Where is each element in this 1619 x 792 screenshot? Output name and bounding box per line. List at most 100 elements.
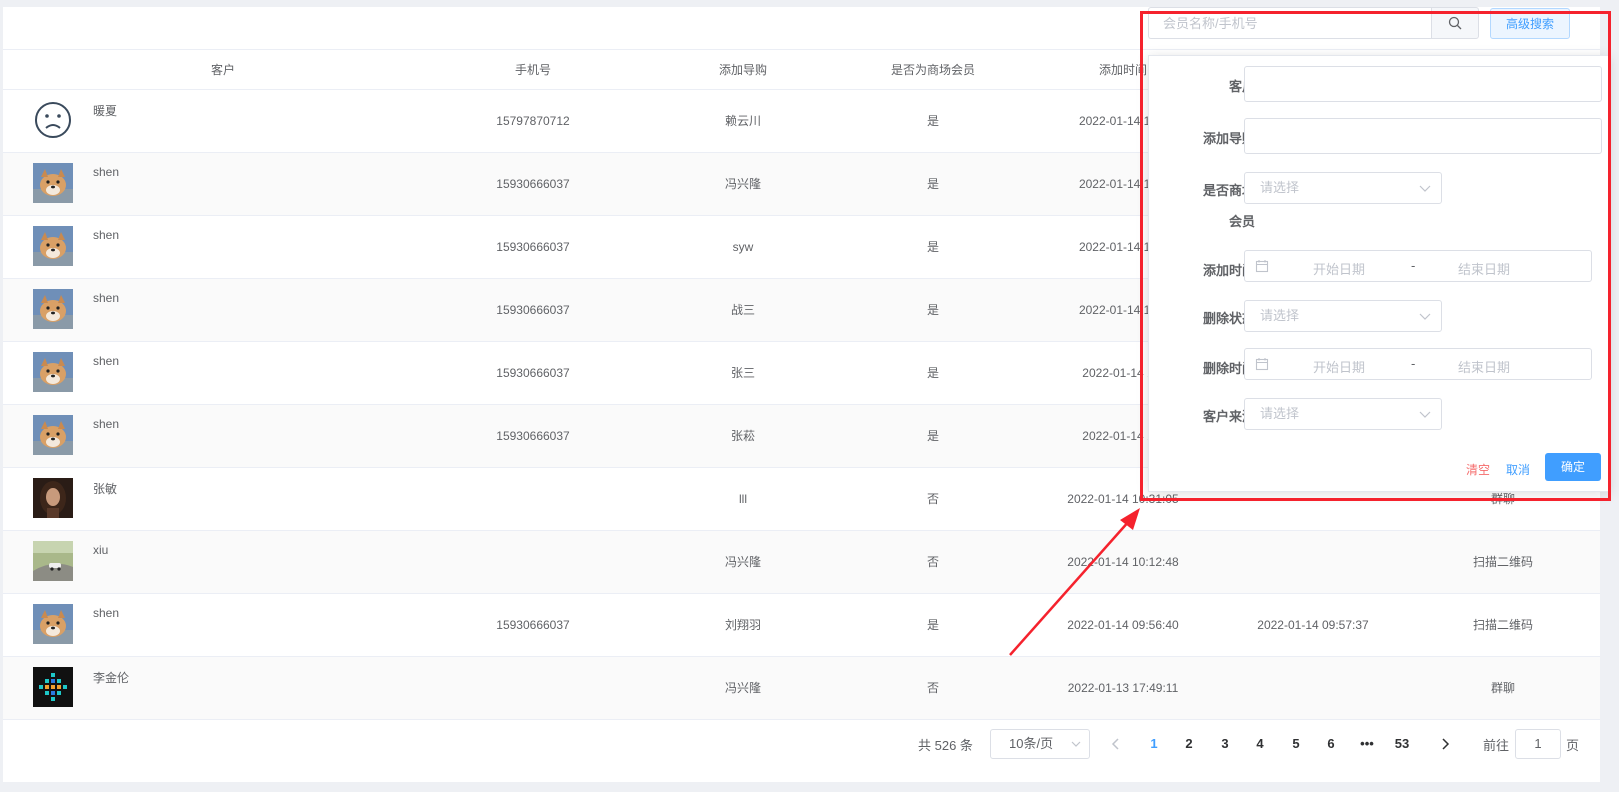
- added-end-placeholder: 结束日期: [1458, 262, 1511, 277]
- page-number[interactable]: 1: [1139, 729, 1169, 759]
- search-bar: [1148, 7, 1479, 39]
- member-label-line2: 会员: [1228, 214, 1255, 229]
- delete-status-select[interactable]: 请选择: [1244, 300, 1442, 332]
- member-select[interactable]: 请选择: [1244, 172, 1442, 204]
- customer-label: 客户: [1228, 79, 1255, 94]
- page-number[interactable]: 3: [1210, 729, 1240, 759]
- table-row[interactable]: shen 15930666037 刘翔羽 是 2022-01-14 09:56:40 20…: [3, 594, 1600, 657]
- cancel-button[interactable]: 取消: [1506, 461, 1530, 478]
- member-label-line1: 是否商场: [1202, 183, 1255, 198]
- guide-cell: 冯兴隆: [724, 555, 761, 569]
- avatar: [33, 226, 73, 266]
- customer-name: shen: [93, 417, 120, 431]
- avatar: [33, 541, 73, 581]
- added-time-cell: 2022-01-14 09:56:40: [1067, 618, 1179, 632]
- member-cell: 否: [926, 492, 939, 506]
- customer-field[interactable]: [1244, 66, 1602, 102]
- added-time-range[interactable]: 开始日期 - 结束日期: [1244, 250, 1592, 282]
- header-member: 是否为商场会员: [890, 63, 975, 77]
- member-cell: 是: [926, 177, 939, 191]
- phone-cell: [433, 468, 633, 531]
- phone-cell: 15930666037: [496, 177, 570, 191]
- delete-status-label: 删除状态: [1202, 311, 1255, 326]
- added-time-cell: 2022-01-13 17:49:11: [1067, 681, 1179, 695]
- goto-page-input[interactable]: 1: [1515, 729, 1561, 759]
- avatar: [33, 415, 73, 455]
- added-start-placeholder: 开始日期: [1313, 262, 1366, 277]
- chevron-down-icon: [1071, 741, 1081, 747]
- table-row[interactable]: xiu 冯兴隆 否 2022-01-14 10:12:48 扫描二维码: [3, 531, 1600, 594]
- search-button[interactable]: [1431, 7, 1479, 39]
- guide-cell: 张菘: [730, 429, 755, 443]
- customer-name: 李金伦: [93, 671, 130, 685]
- avatar: [33, 163, 73, 203]
- dog-photo-avatar-icon: [33, 415, 73, 455]
- delete-time-label: 删除时间: [1202, 361, 1255, 376]
- table-row[interactable]: 李金伦冯兴隆 否 2022-01-13 17:49:11 群聊: [3, 657, 1600, 720]
- header-customer: 客户: [210, 63, 235, 77]
- member-cell: 是: [926, 240, 939, 254]
- source-select[interactable]: 请选择: [1244, 398, 1442, 430]
- guide-cell: 刘翔羽: [724, 618, 761, 632]
- calendar-icon: [1255, 260, 1269, 273]
- goto-label: 前往: [1483, 738, 1510, 753]
- prev-page-icon[interactable]: [1110, 737, 1122, 751]
- customer-name: shen: [93, 228, 120, 242]
- avatar: [33, 478, 73, 518]
- avatar: [33, 289, 73, 329]
- page-size-select[interactable]: 10条/页: [990, 729, 1090, 759]
- chevron-down-icon: [1419, 411, 1431, 418]
- guide-cell: 战三: [730, 303, 755, 317]
- guide-cell: syw: [732, 240, 754, 254]
- customer-name: shen: [93, 354, 120, 368]
- source-cell: 群聊: [1490, 681, 1515, 695]
- source-cell: 扫描二维码: [1472, 618, 1533, 632]
- added-time-cell: 2022-01-14 10:12:48: [1067, 555, 1179, 569]
- deleted-time-cell: [1213, 531, 1413, 594]
- member-select-placeholder: 请选择: [1260, 180, 1300, 195]
- phone-cell: 15930666037: [496, 303, 570, 317]
- customer-name: 暖夏: [93, 104, 118, 118]
- phone-cell: [433, 531, 633, 594]
- customer-name: shen: [93, 165, 120, 179]
- avatar: [33, 604, 73, 644]
- member-cell: 是: [926, 366, 939, 380]
- chevron-down-icon: [1419, 185, 1431, 192]
- car-photo-avatar-icon: [33, 541, 73, 581]
- delete-start-placeholder: 开始日期: [1313, 360, 1366, 375]
- source-label: 客户来源: [1202, 409, 1255, 424]
- pagination-ellipsis[interactable]: •••: [1352, 729, 1382, 759]
- page-number[interactable]: 5: [1281, 729, 1311, 759]
- avatar: [33, 667, 73, 707]
- delete-time-range[interactable]: 开始日期 - 结束日期: [1244, 348, 1592, 380]
- page-number[interactable]: 4: [1245, 729, 1275, 759]
- guide-cell: 冯兴隆: [724, 681, 761, 695]
- clear-button[interactable]: 清空: [1466, 461, 1490, 478]
- pagination: 共 526 条 10条/页 1 2 3 4 5 6 ••• 53 前往 1 页: [3, 727, 1600, 761]
- next-page-icon[interactable]: [1439, 737, 1451, 751]
- phone-cell: [433, 657, 633, 720]
- dog-photo-avatar-icon: [33, 604, 73, 644]
- member-cell: 否: [926, 555, 939, 569]
- dog-photo-avatar-icon: [33, 226, 73, 266]
- guide-cell: lll: [739, 492, 747, 506]
- source-cell: 扫描二维码: [1472, 555, 1533, 569]
- range-separator: -: [1411, 356, 1416, 371]
- pagination-total: 共 526 条: [918, 738, 973, 753]
- member-cell: 否: [926, 681, 939, 695]
- dog-photo-avatar-icon: [33, 163, 73, 203]
- guide-field[interactable]: [1244, 118, 1602, 154]
- customer-name: xiu: [93, 543, 109, 557]
- header-phone: 手机号: [514, 63, 551, 77]
- search-icon: [1448, 16, 1462, 30]
- guide-cell: 张三: [730, 366, 755, 380]
- guide-label: 添加导购: [1202, 131, 1255, 146]
- advanced-search-button[interactable]: 高级搜索: [1490, 8, 1570, 39]
- page-number[interactable]: 2: [1174, 729, 1204, 759]
- confirm-button[interactable]: 确定: [1545, 453, 1601, 481]
- search-input[interactable]: [1148, 7, 1431, 39]
- page-number[interactable]: 53: [1387, 729, 1417, 759]
- page-number[interactable]: 6: [1316, 729, 1346, 759]
- customer-name: shen: [93, 291, 120, 305]
- advanced-search-panel: 客户 添加导购 是否商场 会员 请选择 添加时间 开始日期 - 结束日期 删除状…: [1148, 55, 1610, 492]
